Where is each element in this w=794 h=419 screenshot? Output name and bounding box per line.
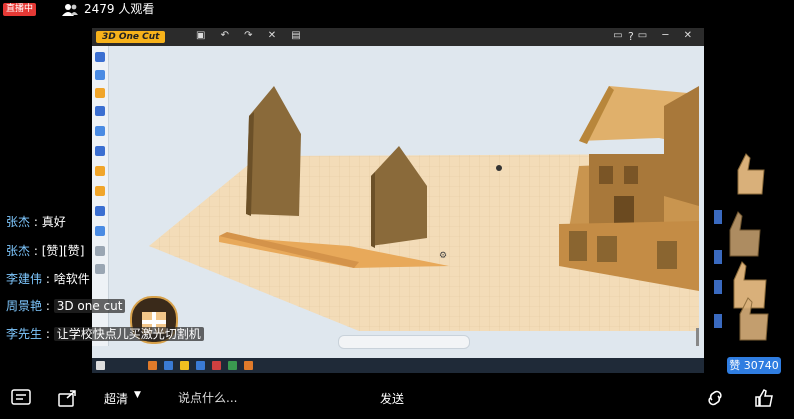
comment-input[interactable]	[168, 383, 388, 413]
chat-text: [赞][赞]	[41, 244, 85, 258]
pivot-point	[496, 165, 502, 171]
app-title-bar: 3D One Cut ▣ ↶ ↷ ✕ ▤ ? ▭ ▭ ─ ✕	[92, 28, 704, 46]
bottom-bar: 超清 ▼ 发送	[0, 378, 794, 419]
window-controls[interactable]: ▭ ▭ ─ ✕	[613, 30, 698, 41]
link-icon[interactable]	[704, 388, 726, 408]
start-icon[interactable]	[96, 361, 105, 370]
share-icon[interactable]	[57, 388, 79, 408]
chat-username[interactable]: 李建伟	[6, 272, 42, 286]
thumbs-up-icon	[729, 153, 769, 341]
tool-icon[interactable]	[95, 146, 105, 156]
tool-icon[interactable]	[95, 52, 105, 62]
house-model	[559, 86, 699, 291]
taskbar-icon[interactable]	[228, 361, 237, 370]
chat-message: 周景艳 : 3D one cut	[6, 296, 126, 316]
taskbar-icon[interactable]	[212, 361, 221, 370]
chat-message: 李建伟 : 啥软件	[6, 272, 90, 286]
shared-screen: 3D One Cut ▣ ↶ ↷ ✕ ▤ ? ▭ ▭ ─ ✕ ⚙	[92, 28, 704, 373]
tool-icon[interactable]	[95, 226, 105, 236]
send-button[interactable]: 发送	[370, 384, 414, 412]
chat-text: 3D one cut	[53, 299, 126, 313]
view-toolbar[interactable]	[338, 335, 470, 349]
chat-username[interactable]: 张杰	[6, 215, 30, 229]
top-bar: 直播中 2479 人观看	[0, 0, 794, 20]
live-badge: 直播中	[3, 3, 36, 16]
chat-username[interactable]: 周景艳	[6, 299, 42, 313]
tool-icon[interactable]	[95, 246, 105, 256]
chat-message: 张杰 : 真好	[6, 215, 66, 229]
os-taskbar	[92, 358, 704, 373]
taskbar-icon[interactable]	[164, 361, 173, 370]
quality-selector[interactable]: 超清	[104, 390, 128, 407]
like-count-badge: 赞 30740	[727, 357, 781, 374]
viewers-icon	[62, 4, 78, 16]
chat-username[interactable]: 张杰	[6, 244, 30, 258]
chevron-down-icon[interactable]: ▼	[134, 390, 141, 400]
tool-icon[interactable]	[95, 106, 105, 116]
tool-icon[interactable]	[95, 126, 105, 136]
chat-message: 李先生 : 让学校快点儿买激光切割机	[6, 324, 204, 344]
chat-text: 真好	[41, 215, 66, 229]
like-animation	[714, 153, 769, 341]
tool-icon[interactable]	[95, 88, 105, 98]
chat-text: 啥软件	[53, 272, 90, 286]
scrollbar[interactable]	[696, 328, 699, 346]
chat-list-icon[interactable]	[10, 388, 32, 408]
chat-username[interactable]: 李先生	[6, 327, 42, 341]
tool-icon[interactable]	[95, 186, 105, 196]
gable-wall-left	[246, 86, 301, 216]
chat-text: 让学校快点儿买激光切割机	[53, 327, 204, 341]
taskbar-icon[interactable]	[180, 361, 189, 370]
taskbar-icon[interactable]	[196, 361, 205, 370]
3d-viewport[interactable]: ⚙	[109, 46, 699, 331]
tool-icon[interactable]	[95, 166, 105, 176]
app-logo: 3D One Cut	[96, 31, 166, 43]
tool-icon[interactable]	[95, 70, 105, 80]
taskbar-icon[interactable]	[244, 361, 253, 370]
chat-message: 张杰 : [赞][赞]	[6, 244, 85, 258]
like-button-icon[interactable]	[753, 388, 775, 408]
taskbar-icon[interactable]	[148, 361, 157, 370]
tool-icon[interactable]	[95, 206, 105, 216]
tool-icon[interactable]	[95, 264, 105, 274]
viewer-count: 2479 人观看	[84, 2, 155, 16]
svg-text:⚙: ⚙	[439, 251, 447, 261]
quick-toolbar[interactable]: ▣ ↶ ↷ ✕ ▤	[196, 30, 307, 41]
